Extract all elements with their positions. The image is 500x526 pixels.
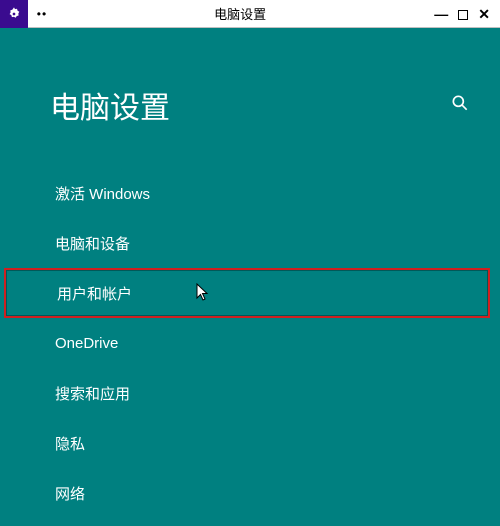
- window-controls: — ✕: [424, 0, 500, 27]
- titlebar: •• 电脑设置 — ✕: [0, 0, 500, 28]
- content-area: 电脑设置 激活 Windows 电脑和设备 用户和帐户 OneDrive: [0, 28, 500, 526]
- close-button[interactable]: ✕: [478, 7, 490, 21]
- menu-item-privacy[interactable]: 隐私: [0, 418, 500, 468]
- menu-item-pc-devices[interactable]: 电脑和设备: [0, 218, 500, 268]
- menu-item-activate-windows[interactable]: 激活 Windows: [0, 168, 500, 218]
- menu-item-label: 电脑和设备: [55, 233, 130, 254]
- menu-item-time-language[interactable]: 时间和语言: [0, 518, 500, 526]
- menu-item-search-apps[interactable]: 搜索和应用: [0, 368, 500, 418]
- window-title: 电脑设置: [56, 0, 424, 27]
- minimize-button[interactable]: —: [434, 7, 448, 21]
- menu-item-onedrive[interactable]: OneDrive: [0, 318, 500, 368]
- search-icon[interactable]: [450, 93, 470, 118]
- menu-item-label: 搜索和应用: [55, 383, 130, 404]
- menu-item-users-accounts[interactable]: 用户和帐户: [4, 268, 490, 318]
- menu-item-label: OneDrive: [55, 335, 118, 352]
- maximize-button[interactable]: [458, 10, 468, 20]
- menu-item-label: 隐私: [55, 433, 85, 454]
- header: 电脑设置: [50, 83, 470, 127]
- menu-item-label: 激活 Windows: [55, 183, 150, 204]
- page-title: 电脑设置: [50, 83, 170, 127]
- settings-menu: 激活 Windows 电脑和设备 用户和帐户 OneDrive 搜索和应用 隐私…: [0, 168, 500, 526]
- menu-item-network[interactable]: 网络: [0, 468, 500, 518]
- gear-icon: [0, 0, 28, 28]
- cursor-icon: [196, 283, 212, 303]
- menu-item-label: 网络: [55, 483, 85, 504]
- menu-indicator[interactable]: ••: [28, 0, 56, 27]
- menu-item-label: 用户和帐户: [57, 283, 132, 304]
